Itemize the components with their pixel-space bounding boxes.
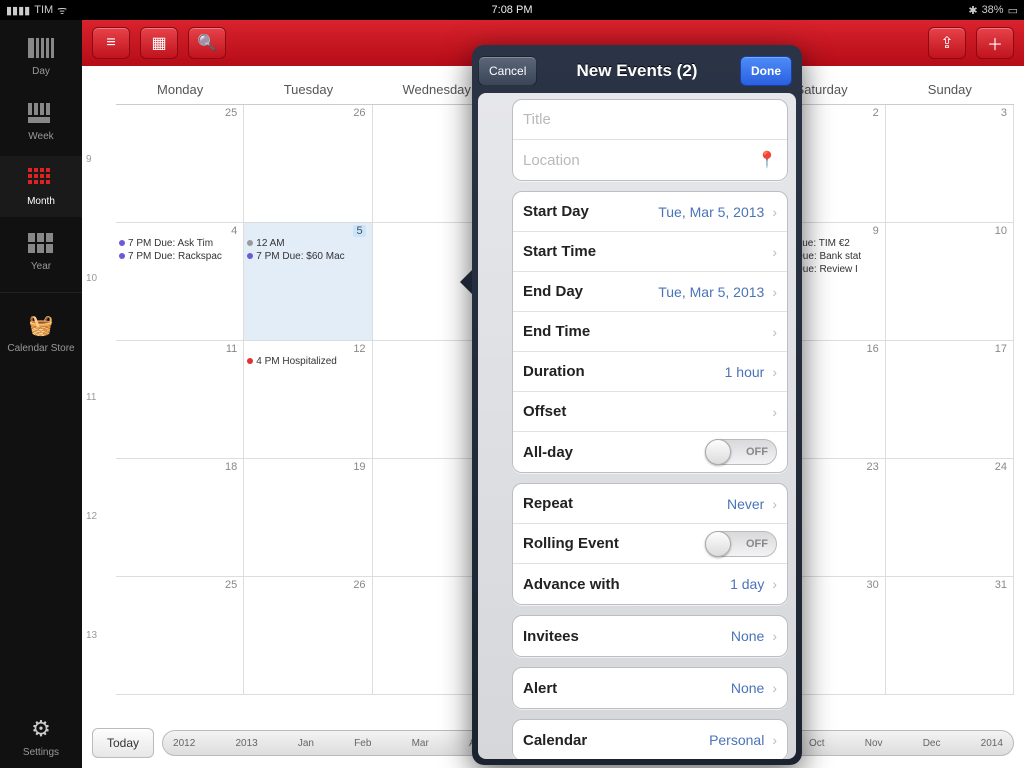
sidebar-item-settings[interactable]: ⚙ Settings [0, 707, 82, 768]
day-cell: 18 [116, 459, 244, 577]
view-sidebar: Day Week Month Year 🧺 Calendar Store ⚙ S… [0, 20, 82, 768]
day-cell-selected: 5 12 AM 7 PM Due: $60 Mac [244, 223, 372, 341]
day-cell: 31 [886, 577, 1014, 695]
share-icon: ⇪ [940, 33, 953, 53]
all-day-toggle[interactable]: OFF [705, 439, 777, 465]
sidebar-item-week[interactable]: Week [0, 91, 82, 152]
basket-icon: 🧺 [0, 311, 82, 339]
sidebar-item-month[interactable]: Month [0, 156, 82, 217]
offset-row[interactable]: Offset› [513, 392, 787, 432]
cancel-button[interactable]: Cancel [478, 56, 537, 86]
popover-arrow-icon [460, 270, 472, 294]
new-event-popover: Cancel New Events (2) Done [472, 45, 802, 765]
device-statusbar: ▮▮▮▮ TIM ᯤ 7:08 PM ✱ 38% ▭ [0, 0, 1024, 20]
month-icon [0, 164, 82, 192]
sidebar-item-label: Month [27, 196, 55, 207]
chevron-right-icon: › [772, 404, 777, 420]
bluetooth-icon: ✱ [968, 4, 977, 17]
calendar-picker-button[interactable]: ▦ [140, 27, 178, 59]
chevron-right-icon: › [772, 496, 777, 512]
plus-icon: ＋ [987, 31, 1003, 55]
chevron-right-icon: › [772, 628, 777, 644]
rolling-toggle[interactable]: OFF [705, 531, 777, 557]
location-row[interactable]: 📍 [513, 140, 787, 180]
wifi-icon: ᯤ [57, 3, 67, 18]
day-cell: 26 [244, 577, 372, 695]
all-day-row[interactable]: All-day OFF [513, 432, 787, 472]
advance-with-row[interactable]: Advance with1 day› [513, 564, 787, 604]
day-cell: 25 [116, 105, 244, 223]
battery-label: 38% [982, 4, 1004, 16]
chevron-right-icon: › [772, 364, 777, 380]
chevron-right-icon: › [772, 576, 777, 592]
day-cell: 10 [886, 223, 1014, 341]
day-header: Sunday [886, 82, 1014, 97]
day-cell: 12 4 PM Hospitalized [244, 341, 372, 459]
chevron-right-icon: › [772, 284, 777, 300]
today-button[interactable]: Today [92, 728, 154, 758]
title-input[interactable] [523, 111, 777, 128]
sidebar-item-label: Week [28, 131, 53, 142]
title-row[interactable] [513, 100, 787, 140]
sidebar-item-year[interactable]: Year [0, 221, 82, 282]
duration-row[interactable]: Duration1 hour› [513, 352, 787, 392]
calendar-row[interactable]: CalendarPersonal› [513, 720, 787, 759]
chevron-right-icon: › [772, 324, 777, 340]
sidebar-item-label: Settings [23, 747, 59, 758]
day-cell: 3 [886, 105, 1014, 223]
end-time-row[interactable]: End Time› [513, 312, 787, 352]
day-cell: 26 [244, 105, 372, 223]
battery-icon: ▭ [1008, 4, 1018, 17]
sidebar-item-day[interactable]: Day [0, 26, 82, 87]
gear-icon: ⚙ [0, 715, 82, 743]
day-header: Monday [116, 82, 244, 97]
menu-button[interactable]: ≡ [92, 27, 130, 59]
day-cell: 17 [886, 341, 1014, 459]
chevron-right-icon: › [772, 204, 777, 220]
week-icon [0, 99, 82, 127]
day-cell: 19 [244, 459, 372, 577]
chevron-right-icon: › [772, 732, 777, 748]
day-header: Tuesday [244, 82, 372, 97]
alert-row[interactable]: AlertNone› [513, 668, 787, 708]
day-cell: 24 [886, 459, 1014, 577]
search-button[interactable]: 🔍 [188, 27, 226, 59]
start-time-row[interactable]: Start Time› [513, 232, 787, 272]
rolling-event-row[interactable]: Rolling Event OFF [513, 524, 787, 564]
repeat-row[interactable]: RepeatNever› [513, 484, 787, 524]
start-day-row[interactable]: Start DayTue, Mar 5, 2013› [513, 192, 787, 232]
sidebar-item-label: Calendar Store [7, 343, 74, 354]
sidebar-item-label: Year [31, 261, 51, 272]
day-icon [0, 34, 82, 62]
day-cell: 25 [116, 577, 244, 695]
calendar-icon: ▦ [151, 33, 166, 53]
day-cell: 11 [116, 341, 244, 459]
menu-icon: ≡ [106, 34, 115, 52]
search-icon: 🔍 [197, 33, 217, 53]
chevron-right-icon: › [772, 680, 777, 696]
hour-gutter: 9 10 11 12 13 [86, 154, 97, 641]
share-button[interactable]: ⇪ [928, 27, 966, 59]
invitees-row[interactable]: InviteesNone› [513, 616, 787, 656]
year-icon [0, 229, 82, 257]
map-pin-icon[interactable]: 📍 [757, 150, 777, 170]
chevron-right-icon: › [772, 244, 777, 260]
popover-titlebar: Cancel New Events (2) Done [478, 51, 796, 91]
sidebar-item-store[interactable]: 🧺 Calendar Store [0, 303, 82, 364]
signal-icon: ▮▮▮▮ [6, 4, 30, 17]
clock-label: 7:08 PM [492, 4, 533, 16]
carrier-label: TIM [34, 4, 53, 16]
add-event-button[interactable]: ＋ [976, 27, 1014, 59]
sidebar-item-label: Day [32, 66, 50, 77]
done-button[interactable]: Done [740, 56, 792, 86]
location-input[interactable] [523, 152, 777, 169]
day-cell: 4 7 PM Due: Ask Tim 7 PM Due: Rackspac [116, 223, 244, 341]
end-day-row[interactable]: End DayTue, Mar 5, 2013› [513, 272, 787, 312]
popover-form[interactable]: 📍 Start DayTue, Mar 5, 2013› Start Time›… [478, 93, 796, 759]
